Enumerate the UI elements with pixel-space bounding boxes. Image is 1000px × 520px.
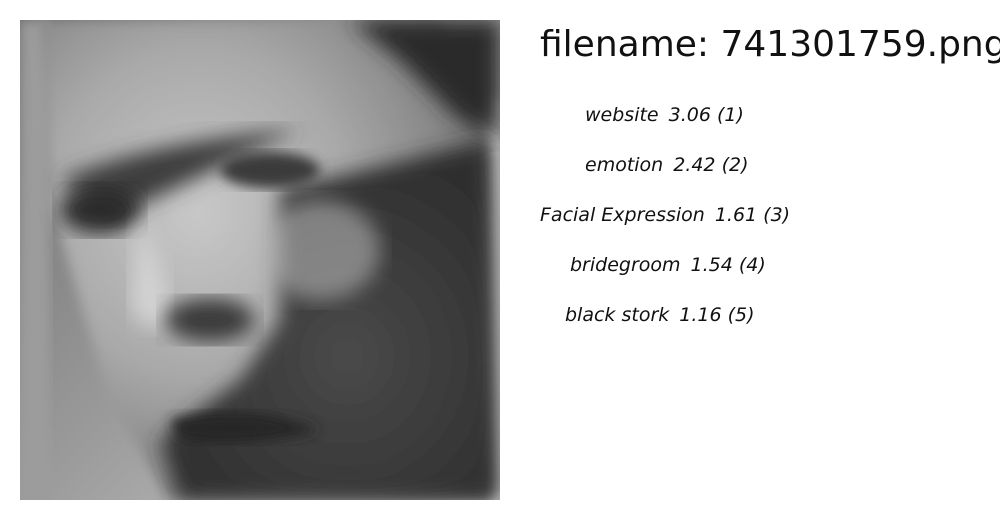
tag-score: 1.61: [714, 204, 758, 226]
tag-label: Facial Expression: [540, 204, 705, 226]
tag-label: emotion: [585, 154, 664, 176]
filename-label: filename: 741301759.png: [540, 24, 1000, 65]
tag-rank: (4): [738, 254, 766, 276]
tag-score: 2.42: [673, 154, 716, 176]
face-photo-image: [20, 20, 500, 500]
tag-item: black stork 1.16 (5): [565, 302, 755, 328]
tag-label: black stork: [565, 304, 670, 326]
tag-rank: (5): [727, 304, 755, 326]
tag-label: website: [585, 104, 659, 126]
tag-rank: (2): [721, 154, 749, 176]
tag-score: 3.06: [668, 104, 711, 126]
tag-item: emotion 2.42 (2): [585, 152, 749, 178]
tag-score: 1.54: [690, 254, 733, 276]
tag-rank: (1): [716, 104, 744, 126]
tag-item: bridegroom 1.54 (4): [570, 252, 766, 278]
tag-item: Facial Expression 1.61 (3): [540, 202, 790, 228]
tag-score: 1.16: [679, 304, 722, 326]
tag-item: website 3.06 (1): [585, 102, 744, 128]
tag-rank: (3): [763, 204, 791, 226]
face-photo: [20, 20, 500, 500]
tag-label: bridegroom: [570, 254, 681, 276]
